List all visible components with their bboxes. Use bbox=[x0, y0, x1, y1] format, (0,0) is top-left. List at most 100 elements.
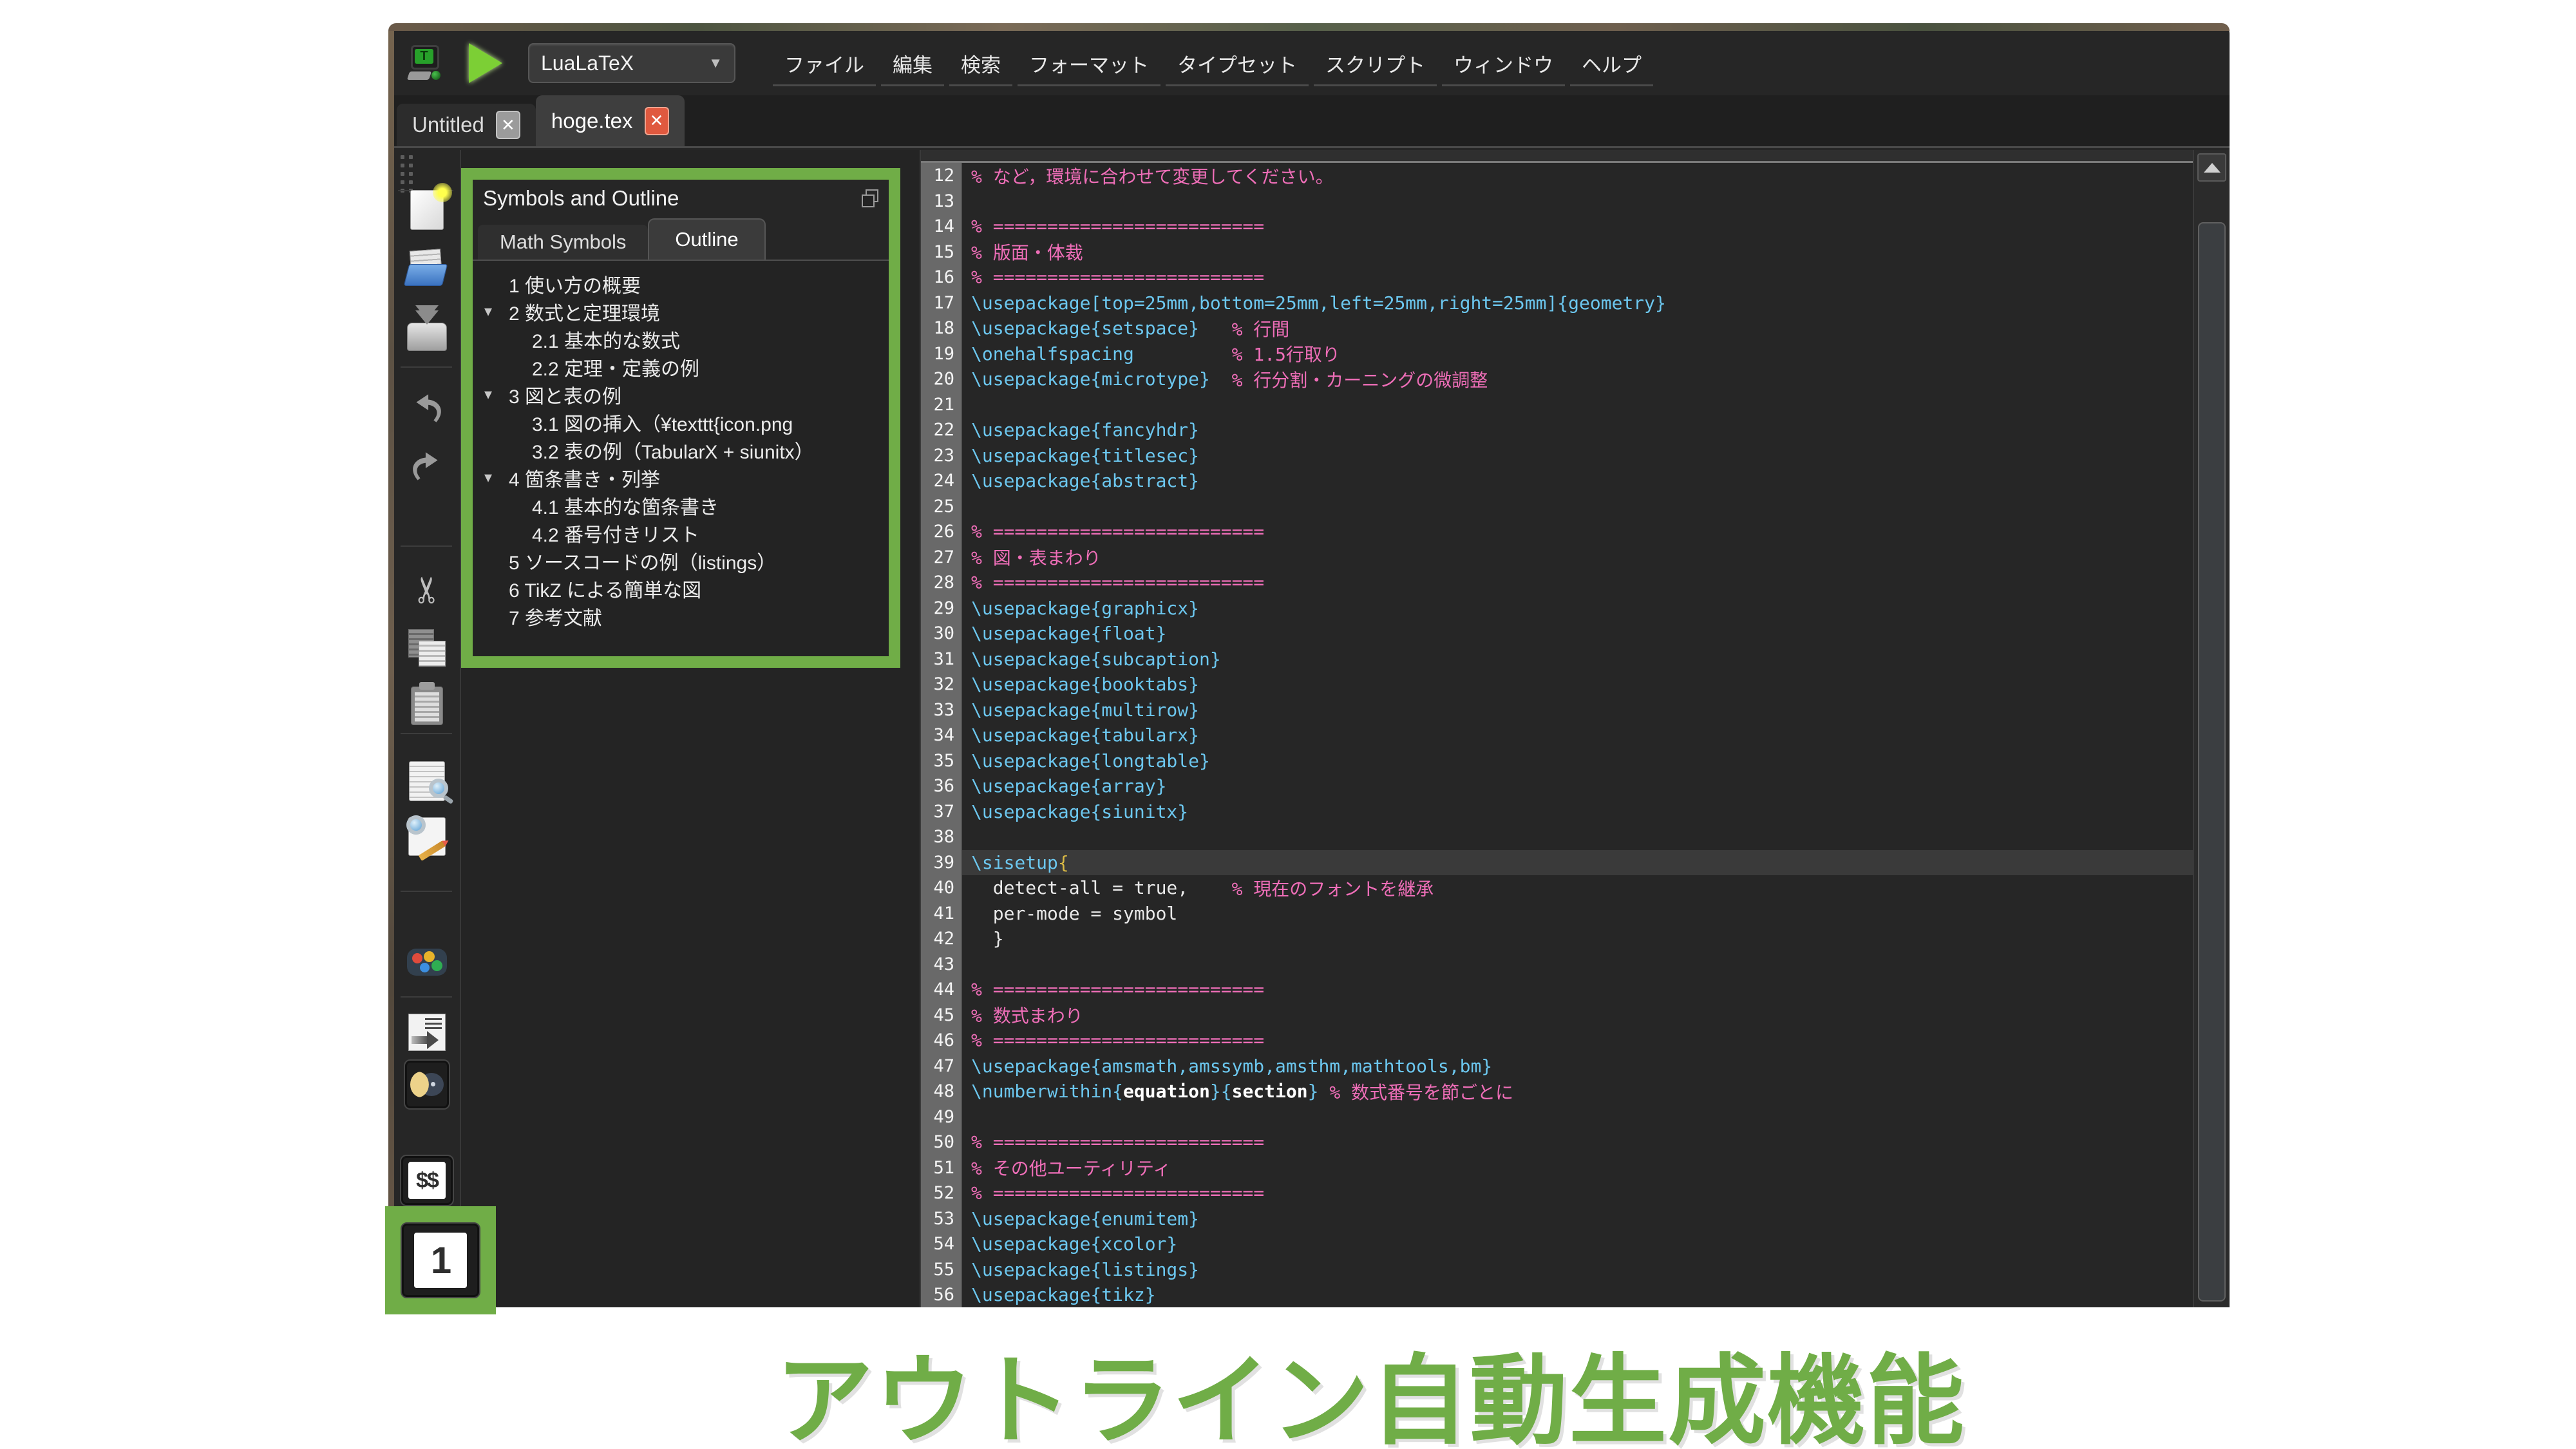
menu-item-6[interactable]: ウィンドウ bbox=[1442, 40, 1565, 86]
code-line-35[interactable]: 35\usepackage{longtable} bbox=[921, 748, 2193, 774]
code-line-13[interactable]: 13 bbox=[921, 189, 2193, 214]
code-text[interactable]: \onehalfspacing % 1.5行取り bbox=[962, 341, 2193, 367]
float-panel-icon[interactable] bbox=[862, 189, 878, 207]
code-line-32[interactable]: 32\usepackage{booktabs} bbox=[921, 672, 2193, 697]
code-text[interactable]: \usepackage{microtype} % 行分割・カーニングの微調整 bbox=[962, 366, 2193, 392]
code-line-12[interactable]: 12% など，環境に合わせて変更してください。 bbox=[921, 163, 2193, 189]
tab-untitled[interactable]: Untitled✕ bbox=[397, 104, 536, 146]
code-line-44[interactable]: 44% ========================= bbox=[921, 977, 2193, 1003]
menu-item-0[interactable]: ファイル bbox=[773, 40, 876, 86]
code-text[interactable] bbox=[962, 189, 2193, 214]
code-text[interactable]: \usepackage{tabularx} bbox=[962, 723, 2193, 748]
close-icon[interactable]: ✕ bbox=[645, 107, 669, 135]
code-line-24[interactable]: 24\usepackage{abstract} bbox=[921, 468, 2193, 494]
code-line-16[interactable]: 16% ========================= bbox=[921, 265, 2193, 290]
code-line-30[interactable]: 30\usepackage{float} bbox=[921, 621, 2193, 647]
code-line-39[interactable]: 39\sisetup{ bbox=[921, 850, 2193, 876]
menu-item-4[interactable]: タイプセット bbox=[1166, 40, 1309, 86]
code-line-37[interactable]: 37\usepackage{siunitx} bbox=[921, 799, 2193, 825]
code-line-19[interactable]: 19\onehalfspacing % 1.5行取り bbox=[921, 341, 2193, 367]
code-line-38[interactable]: 38 bbox=[921, 824, 2193, 850]
code-line-25[interactable]: 25 bbox=[921, 494, 2193, 520]
outline-item-3-2[interactable]: 3.2 表の例（TabularX + siunitx） bbox=[473, 436, 889, 464]
code-line-28[interactable]: 28% ========================= bbox=[921, 570, 2193, 596]
code-text[interactable] bbox=[962, 494, 2193, 520]
code-text[interactable]: % 版面・体裁 bbox=[962, 240, 2193, 265]
code-line-49[interactable]: 49 bbox=[921, 1104, 2193, 1130]
open-file-button[interactable] bbox=[404, 245, 450, 291]
code-text[interactable]: % ========================= bbox=[962, 1180, 2193, 1206]
outline-item-7[interactable]: 7 参考文献 bbox=[473, 602, 889, 630]
code-text[interactable]: per-mode = symbol bbox=[962, 901, 2193, 927]
vertical-scrollbar[interactable] bbox=[2193, 150, 2230, 1307]
code-line-18[interactable]: 18\usepackage{setspace} % 行間 bbox=[921, 316, 2193, 341]
chevron-expand-icon[interactable]: ▾ bbox=[484, 302, 492, 321]
code-text[interactable]: } bbox=[962, 926, 2193, 952]
tab-hoge-tex[interactable]: hoge.tex✕ bbox=[536, 95, 685, 146]
code-line-27[interactable]: 27% 図・表まわり bbox=[921, 545, 2193, 571]
chevron-expand-icon[interactable]: ▾ bbox=[484, 385, 492, 404]
code-text[interactable]: \usepackage{subcaption} bbox=[962, 647, 2193, 672]
code-text[interactable]: \usepackage{setspace} % 行間 bbox=[962, 316, 2193, 341]
code-text[interactable]: % ========================= bbox=[962, 265, 2193, 290]
menu-item-5[interactable]: スクリプト bbox=[1314, 40, 1437, 86]
code-line-29[interactable]: 29\usepackage{graphicx} bbox=[921, 596, 2193, 621]
code-line-31[interactable]: 31\usepackage{subcaption} bbox=[921, 647, 2193, 672]
menu-item-7[interactable]: ヘルプ bbox=[1570, 40, 1653, 86]
code-text[interactable]: \usepackage{graphicx} bbox=[962, 596, 2193, 621]
outline-item-4[interactable]: ▾4 箇条書き・列挙 bbox=[473, 464, 889, 491]
menu-item-1[interactable]: 編集 bbox=[881, 40, 944, 86]
code-line-17[interactable]: 17\usepackage[top=25mm,bottom=25mm,left=… bbox=[921, 290, 2193, 316]
outline-item-5[interactable]: 5 ソースコードの例（listings） bbox=[473, 547, 889, 574]
code-line-40[interactable]: 40 detect-all = true, % 現在のフォントを継承 bbox=[921, 875, 2193, 901]
jump-to-line-button[interactable] bbox=[404, 1009, 450, 1056]
outline-item-2[interactable]: ▾2 数式と定理環境 bbox=[473, 298, 889, 325]
code-text[interactable]: \usepackage{amsmath,amssymb,amsthm,matht… bbox=[962, 1054, 2193, 1079]
code-text[interactable] bbox=[962, 392, 2193, 418]
code-line-54[interactable]: 54\usepackage{xcolor} bbox=[921, 1231, 2193, 1257]
find-replace-button[interactable] bbox=[404, 813, 450, 860]
save-button[interactable] bbox=[404, 309, 450, 355]
code-text[interactable]: \usepackage{listings} bbox=[962, 1257, 2193, 1283]
code-line-47[interactable]: 47\usepackage{amsmath,amssymb,amsthm,mat… bbox=[921, 1054, 2193, 1079]
code-line-14[interactable]: 14% ========================= bbox=[921, 214, 2193, 240]
code-line-23[interactable]: 23\usepackage{titlesec} bbox=[921, 443, 2193, 469]
redo-button[interactable] bbox=[404, 444, 450, 491]
code-text[interactable]: \usepackage{tikz} bbox=[962, 1282, 2193, 1307]
code-line-48[interactable]: 48\numberwithin{equation}{section} % 数式番… bbox=[921, 1079, 2193, 1104]
colors-button[interactable] bbox=[404, 939, 450, 985]
code-text[interactable]: % ========================= bbox=[962, 977, 2193, 1003]
find-button[interactable] bbox=[404, 758, 450, 804]
copy-button[interactable] bbox=[404, 625, 450, 671]
code-line-43[interactable]: 43 bbox=[921, 952, 2193, 978]
undo-button[interactable] bbox=[404, 386, 450, 433]
code-line-33[interactable]: 33\usepackage{multirow} bbox=[921, 697, 2193, 723]
code-line-52[interactable]: 52% ========================= bbox=[921, 1180, 2193, 1206]
code-line-50[interactable]: 50% ========================= bbox=[921, 1130, 2193, 1155]
code-text[interactable]: % 数式まわり bbox=[962, 1003, 2193, 1028]
chevron-expand-icon[interactable]: ▾ bbox=[484, 468, 492, 487]
code-line-26[interactable]: 26% ========================= bbox=[921, 519, 2193, 545]
code-text[interactable]: \usepackage{fancyhdr} bbox=[962, 417, 2193, 443]
code-text[interactable]: % など，環境に合わせて変更してください。 bbox=[962, 163, 2193, 189]
code-line-20[interactable]: 20\usepackage{microtype} % 行分割・カーニングの微調整 bbox=[921, 366, 2193, 392]
menu-item-3[interactable]: フォーマット bbox=[1018, 40, 1160, 86]
numbered-list-button[interactable]: 1 bbox=[401, 1222, 480, 1298]
code-text[interactable]: \usepackage{longtable} bbox=[962, 748, 2193, 774]
code-text[interactable]: \usepackage{titlesec} bbox=[962, 443, 2193, 469]
outline-item-4-1[interactable]: 4.1 基本的な箇条書き bbox=[473, 491, 889, 519]
code-line-21[interactable]: 21 bbox=[921, 392, 2193, 418]
code-text[interactable]: \sisetup{ bbox=[962, 850, 2193, 876]
code-editor[interactable]: 12% など，環境に合わせて変更してください。1314% ===========… bbox=[921, 150, 2193, 1307]
new-file-button[interactable] bbox=[404, 187, 450, 233]
code-line-55[interactable]: 55\usepackage{listings} bbox=[921, 1257, 2193, 1283]
code-text[interactable]: % ========================= bbox=[962, 1028, 2193, 1054]
code-text[interactable]: detect-all = true, % 現在のフォントを継承 bbox=[962, 875, 2193, 901]
code-text[interactable] bbox=[962, 1104, 2193, 1130]
outline-item-3[interactable]: ▾3 図と表の例 bbox=[473, 381, 889, 408]
outline-item-6[interactable]: 6 TikZ による簡単な図 bbox=[473, 574, 889, 602]
code-line-34[interactable]: 34\usepackage{tabularx} bbox=[921, 723, 2193, 748]
code-text[interactable]: \usepackage{xcolor} bbox=[962, 1231, 2193, 1257]
scroll-up-button[interactable] bbox=[2197, 153, 2226, 182]
code-text[interactable] bbox=[962, 824, 2193, 850]
